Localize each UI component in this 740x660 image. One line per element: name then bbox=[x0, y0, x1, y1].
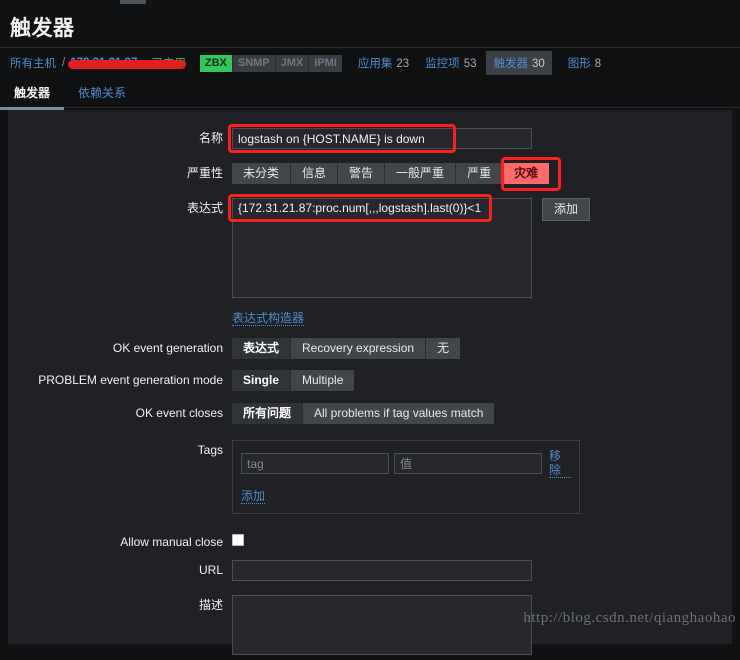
ok-event-closes-option-all-problems[interactable]: 所有问题 bbox=[232, 403, 304, 424]
page-title: 触发器 bbox=[10, 17, 75, 40]
ok-event-generation-option-expression[interactable]: 表达式 bbox=[232, 338, 292, 359]
breadcrumb-graphs-count: 8 bbox=[594, 58, 602, 70]
problem-event-mode-option-single[interactable]: Single bbox=[232, 370, 292, 391]
field-allow-manual-close bbox=[232, 533, 244, 551]
problem-event-mode-option-multiple[interactable]: Multiple bbox=[291, 370, 355, 391]
allow-manual-close-checkbox[interactable] bbox=[232, 534, 244, 546]
tab-bar: 触发器 依赖关系 bbox=[0, 80, 740, 110]
ok-event-generation-option-none[interactable]: 无 bbox=[426, 338, 461, 359]
tab-triggers[interactable]: 触发器 bbox=[0, 80, 65, 110]
breadcrumb-all-hosts[interactable]: 所有主机 bbox=[10, 55, 56, 71]
problem-event-mode-group: Single Multiple bbox=[232, 370, 355, 391]
field-expression-add: 添加 bbox=[542, 198, 591, 221]
label-allow-manual-close: Allow manual close bbox=[120, 535, 223, 549]
row-ok-event-closes: OK event closes 所有问题 All problems if tag… bbox=[8, 403, 495, 424]
field-problem-event-mode: Single Multiple bbox=[232, 370, 355, 391]
label-tags: Tags bbox=[197, 443, 223, 457]
row-url: URL bbox=[8, 560, 532, 581]
severity-option-high[interactable]: 严重 bbox=[456, 163, 504, 184]
field-name bbox=[228, 124, 532, 153]
row-name: 名称 bbox=[8, 124, 532, 153]
field-description bbox=[232, 595, 532, 660]
add-expression-button[interactable]: 添加 bbox=[542, 198, 591, 221]
label-name: 名称 bbox=[198, 131, 223, 145]
row-tags: Tags 移除 添加 bbox=[8, 440, 580, 514]
row-ok-event-generation: OK event generation 表达式 Recovery express… bbox=[8, 338, 461, 359]
breadcrumb-triggers-count: 30 bbox=[531, 58, 545, 70]
severity-button-group: 未分类 信息 警告 一般严重 严重 灾难 bbox=[232, 163, 550, 184]
tab-dependencies[interactable]: 依赖关系 bbox=[64, 80, 140, 107]
field-expression: {172.31.21.87:proc.num[,,,logstash].last… bbox=[228, 194, 532, 327]
breadcrumb-applications[interactable]: 应用集 23 bbox=[358, 55, 409, 71]
breadcrumb: 所有主机 / 172.31.21.87 已启用 ZBX SNMP JMX IPM… bbox=[0, 49, 740, 77]
row-description: 描述 bbox=[8, 595, 532, 660]
severity-option-not-classified[interactable]: 未分类 bbox=[232, 163, 292, 184]
row-expression: 表达式 {172.31.21.87:proc.num[,,,logstash].… bbox=[8, 194, 591, 327]
breadcrumb-items-count: 53 bbox=[463, 58, 477, 70]
breadcrumb-host[interactable]: 172.31.21.87 bbox=[68, 57, 187, 69]
field-severity: 未分类 信息 警告 一般严重 严重 灾难 bbox=[232, 157, 561, 191]
description-textarea[interactable] bbox=[232, 595, 532, 655]
label-url: URL bbox=[198, 563, 223, 577]
breadcrumb-triggers[interactable]: 触发器 30 bbox=[486, 51, 552, 75]
row-problem-event-mode: PROBLEM event generation mode Single Mul… bbox=[8, 370, 355, 391]
label-ok-event-closes: OK event closes bbox=[135, 406, 223, 420]
breadcrumb-applications-count: 23 bbox=[396, 58, 410, 70]
protocol-badge-ipmi[interactable]: IPMI bbox=[309, 54, 342, 72]
breadcrumb-items-label: 监控项 bbox=[425, 58, 460, 70]
breadcrumb-triggers-label: 触发器 bbox=[493, 58, 528, 70]
tag-key-input[interactable] bbox=[241, 453, 389, 474]
label-expression: 表达式 bbox=[186, 201, 223, 215]
protocol-badge-zbx[interactable]: ZBX bbox=[199, 54, 233, 72]
breadcrumb-applications-label: 应用集 bbox=[357, 58, 393, 70]
expression-constructor-link[interactable]: 表达式构造器 bbox=[232, 311, 305, 326]
watermark: http://blog.csdn.net/qianghaohao bbox=[523, 610, 736, 626]
tag-remove-link[interactable]: 移除 bbox=[549, 449, 571, 478]
field-url bbox=[232, 560, 532, 581]
label-problem-event-mode: PROBLEM event generation mode bbox=[38, 373, 223, 387]
trigger-form: 名称 严重性 未分类 信息 警告 一般严重 严重 灾难 表达式 {172.31.… bbox=[8, 110, 732, 655]
redaction-mark bbox=[68, 60, 187, 69]
severity-option-average[interactable]: 一般严重 bbox=[385, 163, 457, 184]
trigger-name-input[interactable] bbox=[232, 128, 532, 149]
tag-row: 移除 bbox=[241, 449, 571, 478]
protocol-badges: ZBX SNMP JMX IPMI bbox=[199, 54, 342, 72]
breadcrumb-separator: / bbox=[62, 57, 66, 69]
protocol-badge-jmx[interactable]: JMX bbox=[275, 54, 310, 72]
field-tags: 移除 添加 bbox=[232, 440, 580, 514]
breadcrumb-items[interactable]: 监控项 53 bbox=[425, 55, 476, 71]
breadcrumb-graphs[interactable]: 图形 8 bbox=[568, 55, 601, 71]
ok-event-generation-option-recovery-expression[interactable]: Recovery expression bbox=[291, 338, 427, 359]
ok-event-closes-group: 所有问题 All problems if tag values match bbox=[232, 403, 495, 424]
field-ok-event-closes: 所有问题 All problems if tag values match bbox=[232, 403, 495, 424]
tag-add-link[interactable]: 添加 bbox=[241, 489, 266, 504]
field-ok-event-generation: 表达式 Recovery expression 无 bbox=[232, 338, 461, 359]
severity-option-disaster[interactable]: 灾难 bbox=[503, 163, 550, 184]
breadcrumb-graphs-label: 图形 bbox=[567, 58, 591, 70]
label-severity: 严重性 bbox=[186, 166, 223, 180]
label-ok-event-generation: OK event generation bbox=[112, 341, 223, 355]
severity-option-warning[interactable]: 警告 bbox=[338, 163, 386, 184]
ok-event-generation-group: 表达式 Recovery expression 无 bbox=[232, 338, 461, 359]
protocol-badge-snmp[interactable]: SNMP bbox=[232, 54, 276, 72]
row-severity: 严重性 未分类 信息 警告 一般严重 严重 灾难 bbox=[8, 157, 561, 191]
url-input[interactable] bbox=[232, 560, 532, 581]
row-allow-manual-close: Allow manual close bbox=[8, 532, 244, 552]
severity-option-information[interactable]: 信息 bbox=[291, 163, 339, 184]
trigger-expression-textarea[interactable]: {172.31.21.87:proc.num[,,,logstash].last… bbox=[232, 198, 532, 298]
label-description: 描述 bbox=[198, 598, 223, 612]
ok-event-closes-option-tag-match[interactable]: All problems if tag values match bbox=[303, 403, 495, 424]
page-header: 触发器 bbox=[0, 4, 740, 48]
tag-value-input[interactable] bbox=[394, 453, 542, 474]
tags-container: 移除 添加 bbox=[232, 440, 580, 514]
